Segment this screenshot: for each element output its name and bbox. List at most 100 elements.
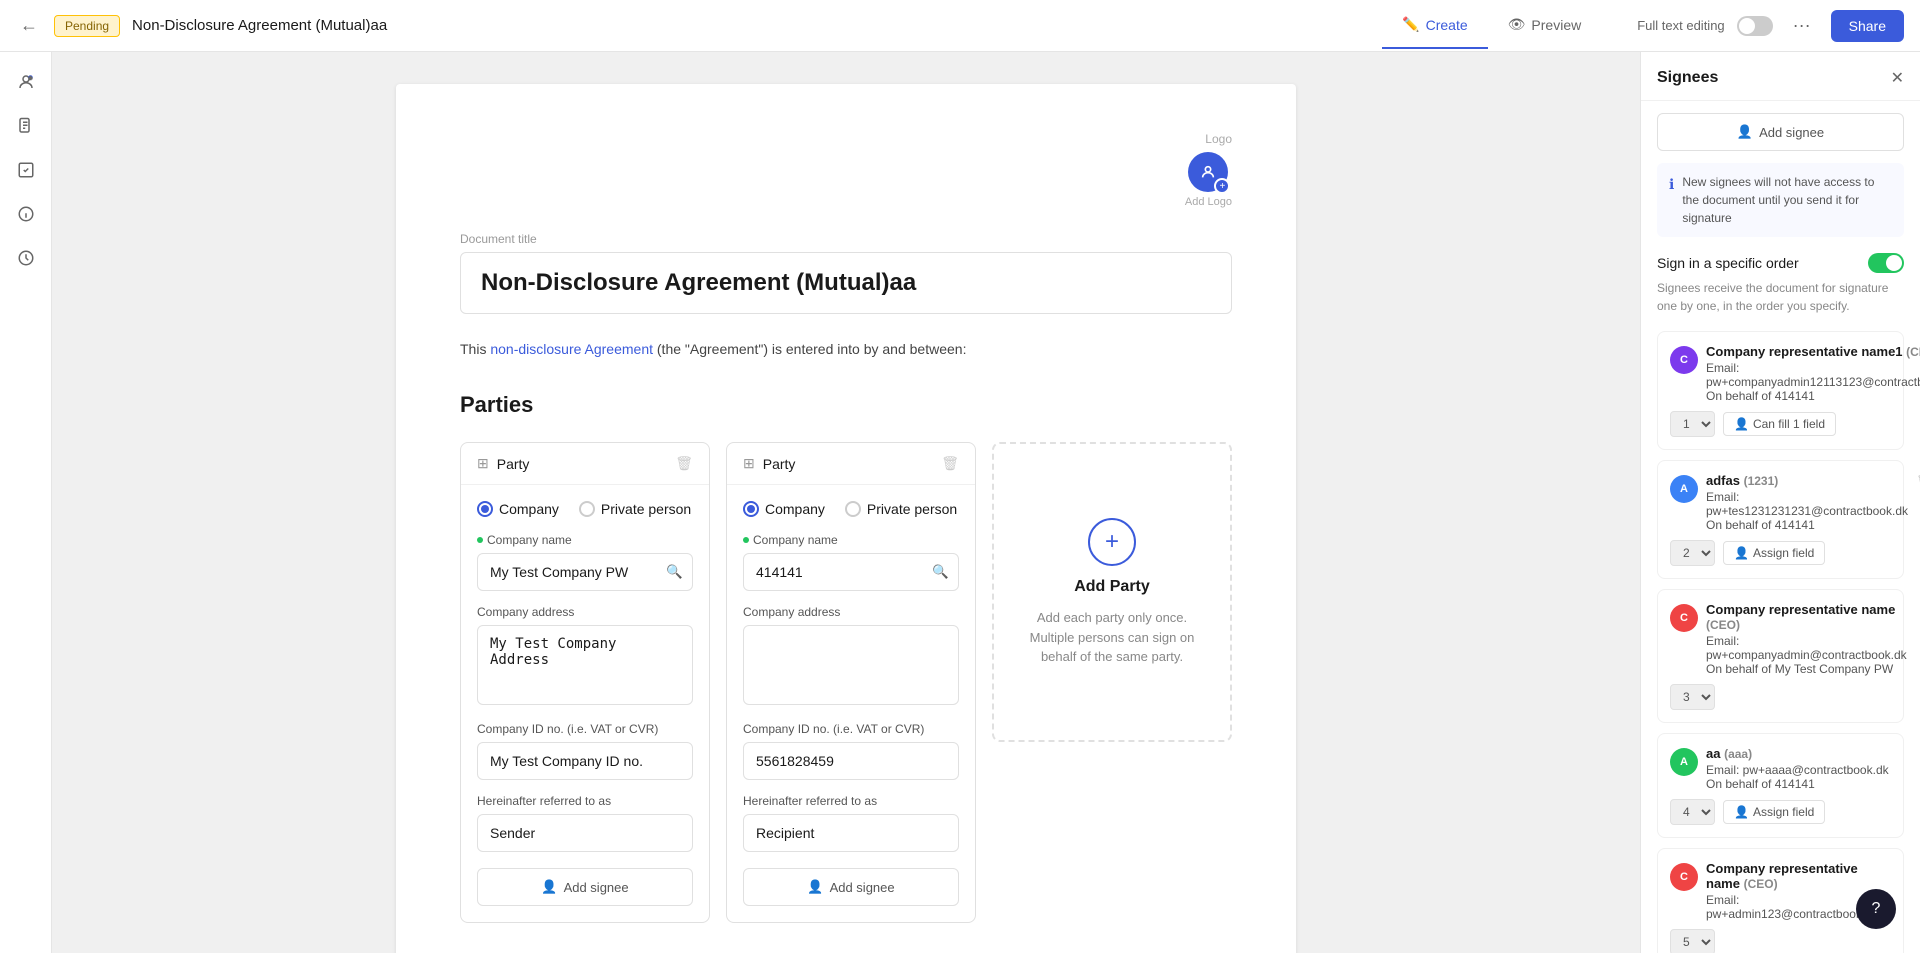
add-signee-panel-button[interactable]: 👤 Add signee xyxy=(1657,113,1904,151)
party-2-title: Party xyxy=(763,456,933,472)
share-button[interactable]: Share xyxy=(1831,10,1904,42)
referred-label-2: Hereinafter referred to as xyxy=(743,794,959,808)
signee-avatar-5: C xyxy=(1670,863,1698,891)
signee-delete-button-2[interactable]: 🗑 xyxy=(1916,473,1920,490)
signee-footer-1: 1 👤 Can fill 1 field xyxy=(1670,411,1891,437)
sign-order-label: Sign in a specific order xyxy=(1657,255,1799,271)
info-box: ℹ New signees will not have access to th… xyxy=(1657,163,1904,237)
sidebar-icon-info[interactable] xyxy=(8,196,44,232)
logo-plus-icon: + xyxy=(1214,178,1230,194)
signee-order-select-4[interactable]: 4 xyxy=(1670,799,1715,825)
signee-order-select-5[interactable]: 5 xyxy=(1670,929,1715,953)
sign-order-toggle[interactable] xyxy=(1868,253,1904,273)
company-name-input-2[interactable] xyxy=(743,553,959,591)
signee-card-2: A adfas (1231) Email: pw+tes1231231231@c… xyxy=(1657,460,1904,579)
signee-role-2: (1231) xyxy=(1744,474,1779,488)
company-address-input-1[interactable]: My Test Company Address xyxy=(477,625,693,705)
signee-action-button-4[interactable]: 👤 Assign field xyxy=(1723,800,1825,824)
parties-row: ⊞ Party 🗑 Company Private per xyxy=(460,442,1232,923)
sign-order-desc: Signees receive the document for signatu… xyxy=(1657,279,1904,315)
signee-footer-2: 2 👤 Assign field xyxy=(1670,540,1891,566)
private-label-1: Private person xyxy=(601,501,691,517)
tab-create-label: Create xyxy=(1426,17,1468,33)
company-id-input-2[interactable] xyxy=(743,742,959,780)
sidebar-icon-person[interactable]: + xyxy=(8,64,44,100)
party-1-company-radio[interactable]: Company xyxy=(477,501,559,517)
party-2-body: Company Private person Company name xyxy=(727,485,975,922)
more-button[interactable]: ··· xyxy=(1785,11,1819,40)
signee-avatar-2: A xyxy=(1670,475,1698,503)
company-name-input-1[interactable] xyxy=(477,553,693,591)
private-label-2: Private person xyxy=(867,501,957,517)
party-card-2: ⊞ Party 🗑 Company Private per xyxy=(726,442,976,923)
company-id-label-2: Company ID no. (i.e. VAT or CVR) xyxy=(743,722,959,736)
signee-action-button-2[interactable]: 👤 Assign field xyxy=(1723,541,1825,565)
signee-order-select-3[interactable]: 3 xyxy=(1670,684,1715,710)
party-2-delete-button[interactable]: 🗑 xyxy=(941,455,959,472)
tab-preview[interactable]: 👁 Preview xyxy=(1488,2,1602,49)
topbar-doc-title: Non-Disclosure Agreement (Mutual)aa xyxy=(132,17,1370,34)
logo-icon: + xyxy=(1188,152,1228,192)
add-signee-label-1: Add signee xyxy=(564,880,629,895)
company-name-search-1[interactable]: 🔍 xyxy=(666,564,683,580)
left-sidebar: + xyxy=(0,52,52,953)
company-id-input-1[interactable] xyxy=(477,742,693,780)
back-button[interactable]: ← xyxy=(16,11,42,40)
signee-info-4: aa (aaa) Email: pw+aaaa@contractbook.dk … xyxy=(1706,746,1891,791)
add-signee-button-1[interactable]: 👤 Add signee xyxy=(477,868,693,906)
signee-order-select-2[interactable]: 2 xyxy=(1670,540,1715,566)
signee-action-icon-2: 👤 xyxy=(1734,546,1749,560)
company-address-input-2[interactable] xyxy=(743,625,959,705)
party-2-private-radio[interactable]: Private person xyxy=(845,501,957,517)
signee-card-4: A aa (aaa) Email: pw+aaaa@contractbook.d… xyxy=(1657,733,1904,838)
panel-title: Signees xyxy=(1657,69,1718,87)
add-logo-button[interactable]: + Add Logo xyxy=(1185,152,1232,208)
toggle-green-knob xyxy=(1886,255,1902,271)
company-name-label-2: Company name xyxy=(743,533,959,547)
add-signee-panel-label: Add signee xyxy=(1759,125,1824,140)
party-1-private-radio[interactable]: Private person xyxy=(579,501,691,517)
document-title-input[interactable] xyxy=(460,252,1232,314)
signee-info-1: Company representative name1 (CEO) Email… xyxy=(1706,344,1920,403)
sidebar-icon-clock[interactable] xyxy=(8,240,44,276)
company-name-label-1: Company name xyxy=(477,533,693,547)
add-party-title: Add Party xyxy=(1074,578,1150,596)
add-party-card[interactable]: + Add Party Add each party only once. Mu… xyxy=(992,442,1232,742)
radio-circle-private-2 xyxy=(845,501,861,517)
referred-input-1[interactable] xyxy=(477,814,693,852)
signee-role-4: (aaa) xyxy=(1724,747,1752,761)
party-1-delete-button[interactable]: 🗑 xyxy=(675,455,693,472)
add-logo-label: Add Logo xyxy=(1185,196,1232,208)
right-panel: Signees ✕ 👤 Add signee ℹ New signees wil… xyxy=(1640,52,1920,953)
signee-action-icon-4: 👤 xyxy=(1734,805,1749,819)
pending-badge: Pending xyxy=(54,15,120,37)
party-header-1: ⊞ Party 🗑 xyxy=(461,443,709,485)
sidebar-icon-checkbox[interactable] xyxy=(8,152,44,188)
party-header-2: ⊞ Party 🗑 xyxy=(727,443,975,485)
radio-circle-company-2 xyxy=(743,501,759,517)
logo-area: Logo + Add Logo xyxy=(460,132,1232,208)
full-text-toggle[interactable] xyxy=(1737,16,1773,36)
signee-behalf-1: On behalf of 414141 xyxy=(1706,389,1920,403)
field-dot-2 xyxy=(743,537,749,543)
add-signee-button-2[interactable]: 👤 Add signee xyxy=(743,868,959,906)
help-button[interactable]: ? xyxy=(1856,889,1896,929)
party-header-icon-2: ⊞ xyxy=(743,455,755,472)
party-2-company-radio[interactable]: Company xyxy=(743,501,825,517)
intro-link[interactable]: non-disclosure Agreement xyxy=(490,341,653,357)
sidebar-icon-document[interactable] xyxy=(8,108,44,144)
signee-action-button-1[interactable]: 👤 Can fill 1 field xyxy=(1723,412,1836,436)
signee-email-2: Email: pw+tes1231231231@contractbook.dk xyxy=(1706,490,1908,518)
signee-info-2: adfas (1231) Email: pw+tes1231231231@con… xyxy=(1706,473,1908,532)
panel-close-button[interactable]: ✕ xyxy=(1891,68,1904,88)
signee-behalf-2: On behalf of 414141 xyxy=(1706,518,1908,532)
company-name-search-2[interactable]: 🔍 xyxy=(932,564,949,580)
logo-section-label: Logo xyxy=(460,132,1232,146)
signee-name-5: Company representative name (CEO) xyxy=(1706,861,1891,891)
nav-tabs: ✏️ Create 👁 Preview xyxy=(1382,2,1601,49)
signee-order-select-1[interactable]: 1 xyxy=(1670,411,1715,437)
tab-create[interactable]: ✏️ Create xyxy=(1382,2,1487,49)
signee-avatar-4: A xyxy=(1670,748,1698,776)
referred-input-2[interactable] xyxy=(743,814,959,852)
signee-card-3: C Company representative name (CEO) Emai… xyxy=(1657,589,1904,723)
